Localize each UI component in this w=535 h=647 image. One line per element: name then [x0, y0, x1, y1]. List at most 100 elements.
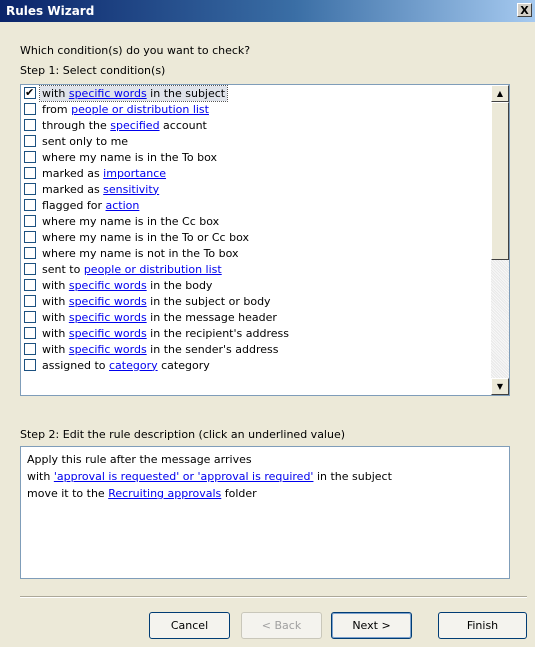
condition-item[interactable]: where my name is in the To or Cc box: [21, 229, 491, 245]
condition-text: in the subject: [146, 86, 226, 100]
condition-item[interactable]: with specific words in the recipient's a…: [21, 325, 491, 341]
condition-label: from people or distribution list: [40, 102, 211, 117]
condition-item[interactable]: where my name is in the Cc box: [21, 213, 491, 229]
condition-checkbox[interactable]: [24, 151, 36, 163]
finish-button[interactable]: Finish: [438, 612, 527, 639]
condition-label: where my name is not in the To box: [40, 246, 241, 261]
condition-label: with specific words in the subject or bo…: [40, 294, 273, 309]
condition-label: where my name is in the To or Cc box: [40, 230, 251, 245]
condition-checkbox[interactable]: [24, 343, 36, 355]
step2-label: Step 2: Edit the rule description (click…: [20, 428, 346, 441]
specific-words-value-link[interactable]: 'approval is requested' or 'approval is …: [54, 470, 314, 483]
condition-item[interactable]: flagged for action: [21, 197, 491, 213]
description-line-1: Apply this rule after the message arrive…: [27, 451, 503, 468]
condition-text: from: [42, 102, 72, 116]
cancel-button[interactable]: Cancel: [149, 612, 230, 639]
condition-question: Which condition(s) do you want to check?: [20, 44, 251, 57]
condition-text: in the sender's address: [146, 342, 279, 356]
rule-description-box: Apply this rule after the message arrive…: [20, 446, 510, 579]
condition-text: flagged for: [42, 198, 106, 212]
condition-value-link[interactable]: specific words: [69, 295, 147, 308]
condition-item[interactable]: marked as sensitivity: [21, 181, 491, 197]
condition-text: with: [42, 310, 69, 324]
scroll-thumb[interactable]: [491, 102, 509, 260]
condition-value-link[interactable]: specific words: [69, 311, 147, 324]
condition-label: flagged for action: [40, 198, 141, 213]
condition-value-link[interactable]: specific words: [69, 343, 147, 356]
condition-item[interactable]: with specific words in the subject or bo…: [21, 293, 491, 309]
scroll-down-arrow-icon[interactable]: ▼: [491, 378, 509, 395]
condition-item[interactable]: with specific words in the sender's addr…: [21, 341, 491, 357]
condition-value-link[interactable]: specific words: [69, 279, 147, 292]
condition-checkbox[interactable]: [24, 247, 36, 259]
condition-value-link[interactable]: category: [109, 359, 158, 372]
description-text: with: [27, 470, 54, 483]
condition-label: sent to people or distribution list: [40, 262, 224, 277]
condition-checkbox[interactable]: [24, 103, 36, 115]
condition-checkbox[interactable]: [24, 199, 36, 211]
condition-checkbox[interactable]: [24, 231, 36, 243]
condition-value-link[interactable]: sensitivity: [103, 183, 159, 196]
condition-checkbox[interactable]: [24, 263, 36, 275]
condition-item[interactable]: sent to people or distribution list: [21, 261, 491, 277]
condition-value-link[interactable]: specified: [110, 119, 159, 132]
condition-checkbox[interactable]: [24, 279, 36, 291]
condition-text: where my name is in the To box: [42, 150, 218, 164]
condition-checkbox[interactable]: [24, 167, 36, 179]
condition-checkbox[interactable]: [24, 359, 36, 371]
back-button[interactable]: < Back: [241, 612, 322, 639]
condition-checkbox[interactable]: [24, 135, 36, 147]
condition-label: with specific words in the subject: [38, 84, 229, 102]
button-separator: [20, 596, 527, 598]
condition-label: with specific words in the body: [40, 278, 214, 293]
condition-item[interactable]: marked as importance: [21, 165, 491, 181]
condition-label: where my name is in the To box: [40, 150, 219, 165]
condition-value-link[interactable]: people or distribution list: [84, 263, 222, 276]
description-line-2: with 'approval is requested' or 'approva…: [27, 468, 503, 485]
condition-item[interactable]: with specific words in the message heade…: [21, 309, 491, 325]
condition-label: marked as importance: [40, 166, 168, 181]
scroll-up-arrow-icon[interactable]: ▲: [491, 85, 509, 102]
condition-checkbox[interactable]: [24, 311, 36, 323]
condition-checkbox[interactable]: [24, 183, 36, 195]
condition-item[interactable]: with specific words in the subject: [21, 84, 491, 102]
condition-checkbox[interactable]: [24, 295, 36, 307]
description-text: move it to the: [27, 487, 109, 500]
condition-value-link[interactable]: specific words: [69, 327, 147, 340]
condition-checkbox[interactable]: [24, 85, 36, 100]
condition-label: with specific words in the sender's addr…: [40, 342, 280, 357]
condition-item[interactable]: assigned to category category: [21, 357, 491, 373]
step1-label: Step 1: Select condition(s): [20, 64, 166, 77]
condition-value-link[interactable]: specific words: [69, 87, 147, 100]
condition-label: marked as sensitivity: [40, 182, 161, 197]
condition-value-link[interactable]: importance: [103, 167, 166, 180]
condition-list-scrollbar[interactable]: ▲ ▼: [491, 85, 509, 395]
close-button[interactable]: X: [517, 3, 532, 17]
condition-checkbox[interactable]: [24, 119, 36, 131]
condition-value-link[interactable]: people or distribution list: [71, 103, 209, 116]
condition-checkbox[interactable]: [24, 327, 36, 339]
condition-label: assigned to category category: [40, 358, 212, 373]
condition-text: in the message header: [146, 310, 277, 324]
condition-label: with specific words in the recipient's a…: [40, 326, 291, 341]
condition-item[interactable]: where my name is not in the To box: [21, 245, 491, 261]
condition-text: account: [159, 118, 207, 132]
condition-value-link[interactable]: action: [106, 199, 140, 212]
condition-item[interactable]: from people or distribution list: [21, 101, 491, 117]
condition-list[interactable]: with specific words in the subjectfrom p…: [20, 84, 510, 396]
description-text: in the subject: [313, 470, 392, 483]
condition-items: with specific words in the subjectfrom p…: [21, 84, 491, 373]
folder-value-link[interactable]: Recruiting approvals: [108, 487, 221, 500]
condition-checkbox[interactable]: [24, 215, 36, 227]
condition-text: where my name is in the To or Cc box: [42, 230, 249, 244]
next-button[interactable]: Next >: [331, 612, 412, 639]
condition-item[interactable]: sent only to me: [21, 133, 491, 149]
condition-item[interactable]: with specific words in the body: [21, 277, 491, 293]
condition-text: in the subject or body: [146, 294, 271, 308]
condition-text: category: [157, 358, 210, 372]
condition-text: with: [42, 342, 69, 356]
description-line-3: move it to the Recruiting approvals fold…: [27, 485, 503, 502]
condition-item[interactable]: through the specified account: [21, 117, 491, 133]
condition-item[interactable]: where my name is in the To box: [21, 149, 491, 165]
condition-text: marked as: [42, 182, 104, 196]
